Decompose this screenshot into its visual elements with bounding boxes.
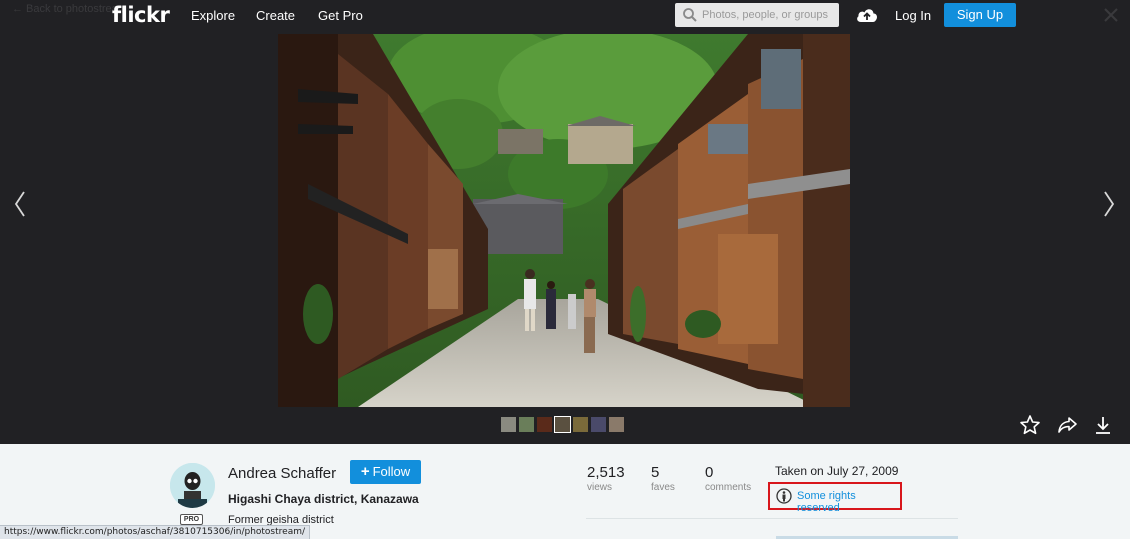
top-nav: ← Back to photostream flickr Explore Cre…	[0, 0, 1130, 34]
main-photo[interactable]	[278, 34, 850, 407]
license-text: Some rights reserved	[797, 490, 856, 514]
flickr-logo[interactable]: flickr	[112, 3, 170, 27]
filmstrip-thumb[interactable]	[609, 417, 624, 432]
filmstrip-thumb[interactable]	[501, 417, 516, 432]
filmstrip-thumb-current[interactable]	[554, 416, 571, 433]
upload-cloud-icon[interactable]	[855, 5, 879, 25]
stat-comments[interactable]: 0 comments	[705, 464, 751, 493]
avatar[interactable]	[170, 463, 215, 508]
follow-button[interactable]: + Follow	[350, 460, 421, 484]
nav-explore[interactable]: Explore	[191, 8, 235, 23]
avatar-illustration-icon	[170, 463, 215, 508]
views-count: 2,513	[587, 464, 625, 481]
author-name[interactable]: Andrea Schaffer	[228, 465, 336, 482]
comments-count: 0	[705, 464, 714, 481]
faves-label: faves	[651, 482, 675, 493]
signup-button[interactable]: Sign Up	[944, 3, 1016, 27]
filmstrip-thumb[interactable]	[591, 417, 606, 432]
next-photo-arrow-icon[interactable]	[1101, 189, 1117, 219]
divider	[586, 518, 958, 519]
filmstrip-thumb[interactable]	[519, 417, 534, 432]
search-box[interactable]	[675, 3, 839, 27]
share-icon[interactable]	[1056, 414, 1078, 436]
license-link[interactable]: Some rights reserved	[768, 482, 902, 514]
stat-views: 2,513 views	[587, 464, 625, 493]
close-icon[interactable]	[1100, 4, 1122, 26]
browser-status-url: https://www.flickr.com/photos/aschaf/381…	[0, 525, 311, 539]
faves-count: 5	[651, 464, 660, 481]
attribution-icon	[776, 488, 792, 504]
search-icon	[683, 8, 697, 22]
photo-title: Higashi Chaya district, Kanazawa	[228, 492, 419, 506]
views-label: views	[587, 482, 613, 493]
favorite-star-icon[interactable]	[1019, 414, 1041, 436]
filmstrip-thumb[interactable]	[537, 417, 552, 432]
comments-label: comments	[705, 482, 752, 493]
download-icon[interactable]	[1092, 414, 1114, 436]
follow-label: Follow	[372, 464, 411, 479]
date-taken: Taken on July 27, 2009	[775, 464, 899, 478]
back-to-photostream-link[interactable]: ← Back to photostream	[12, 3, 127, 15]
photo-stage	[0, 34, 1130, 444]
login-link[interactable]: Log In	[895, 8, 931, 23]
nav-create[interactable]: Create	[256, 8, 295, 23]
previous-photo-arrow-icon[interactable]	[12, 189, 28, 219]
plus-icon: +	[360, 463, 370, 480]
filmstrip-thumb[interactable]	[573, 417, 588, 432]
search-input[interactable]	[702, 3, 836, 27]
nav-get-pro[interactable]: Get Pro	[318, 8, 363, 23]
stat-faves[interactable]: 5 faves	[651, 464, 675, 493]
filmstrip	[501, 416, 624, 433]
pro-badge: PRO	[180, 514, 203, 525]
